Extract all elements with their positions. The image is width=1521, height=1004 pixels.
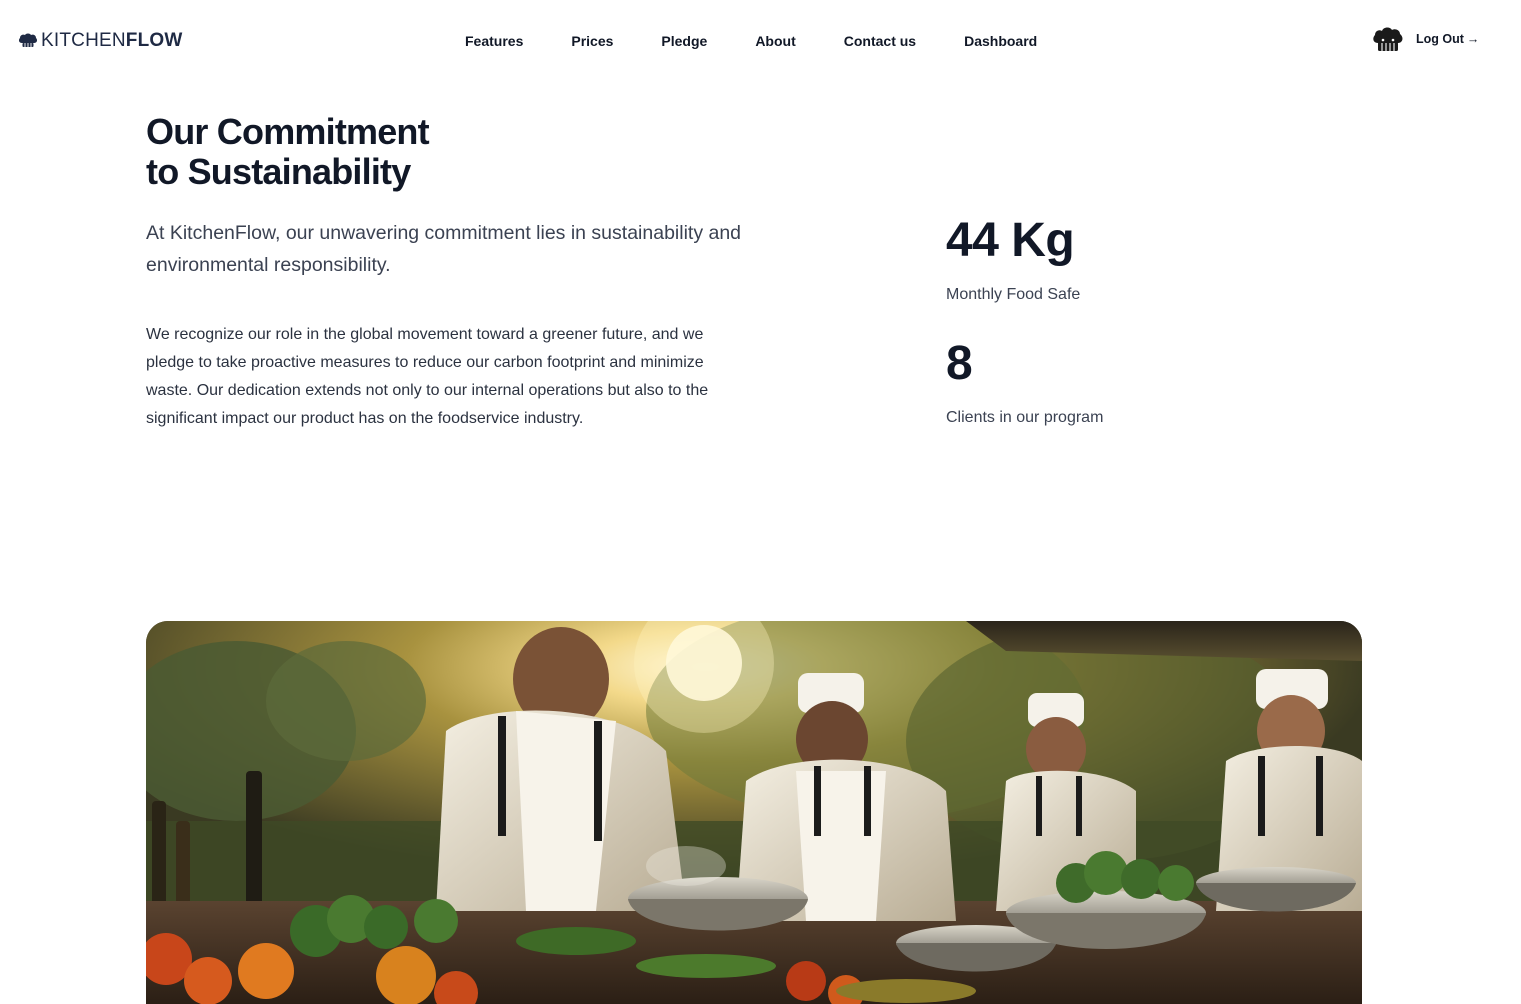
stat-label: Monthly Food Safe xyxy=(946,286,1081,303)
section-title: Our Commitment to Sustainability xyxy=(146,112,646,192)
arrow-right-icon: → xyxy=(1466,32,1480,46)
logout-button[interactable]: Log Out → xyxy=(1416,27,1479,51)
chef-hat-icon xyxy=(18,33,38,47)
brand-logo[interactable]: KITCHENFLOW xyxy=(18,30,183,52)
section-title-line-1: Our Commitment xyxy=(146,111,430,152)
section-body: We recognize our role in the global move… xyxy=(146,326,709,427)
nav-item-features[interactable]: Features xyxy=(465,31,523,51)
nav-item-about[interactable]: About xyxy=(755,31,795,51)
nav-item-prices[interactable]: Prices xyxy=(571,31,613,51)
nav-item-contact[interactable]: Contact us xyxy=(844,31,916,51)
chefs-cooking-illustration xyxy=(146,621,1362,1004)
stat-value: 8 xyxy=(946,337,973,390)
brand-wordmark: KITCHENFLOW xyxy=(41,30,183,52)
stat-clients: 8 Clients in our program xyxy=(946,336,1103,430)
section-lead: At KitchenFlow, our unwavering commitmen… xyxy=(146,222,742,276)
site-header: KITCHENFLOW Features Prices Pledge About… xyxy=(0,0,1521,82)
user-menu: Log Out → xyxy=(1372,26,1479,54)
brand-name-bold: FLOW xyxy=(125,30,183,51)
chef-hat-avatar-icon[interactable] xyxy=(1372,26,1404,54)
logout-label: Log Out xyxy=(1416,32,1464,46)
brand-name-light: KITCHEN xyxy=(41,30,126,51)
stat-value: 44 Kg xyxy=(946,214,1075,267)
nav-item-dashboard[interactable]: Dashboard xyxy=(964,31,1037,51)
hero-image xyxy=(146,621,1362,1004)
main-nav: Features Prices Pledge About Contact us … xyxy=(465,31,1037,51)
section-title-line-2: to Sustainability xyxy=(146,151,411,192)
stat-food-saved: 44 Kg Monthly Food Safe xyxy=(946,213,1080,307)
nav-item-pledge[interactable]: Pledge xyxy=(661,31,707,51)
stat-label: Clients in our program xyxy=(946,409,1104,426)
